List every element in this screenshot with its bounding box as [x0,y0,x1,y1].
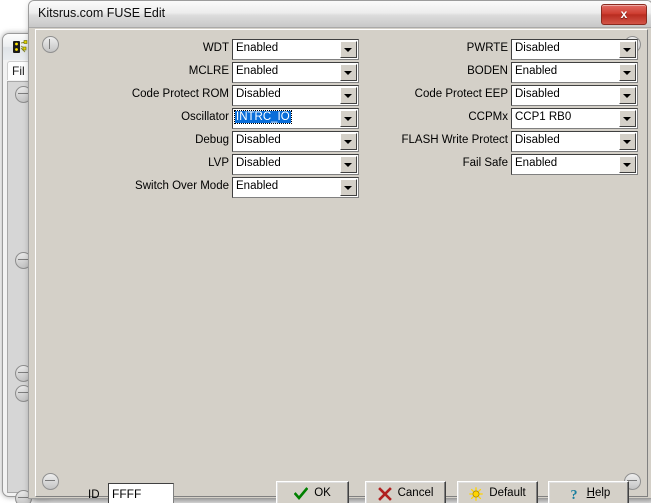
background-window-file-menu[interactable]: Fil [7,61,30,80]
help-button-label: Help [587,488,611,500]
dialog-title: Kitsrus.com FUSE Edit [38,6,165,20]
screw-decoration-bottom-left [42,473,59,490]
fuse-combobox[interactable]: Enabled [511,154,638,175]
screen: Fil Kitsrus.com FUSE Edit x WDTEnabledMC… [0,0,651,503]
fuse-row: PWRTE Disabled [36,39,647,60]
cancel-button[interactable]: Cancel [365,481,446,503]
question-mark-icon: ? [567,487,581,501]
dialog-client-area: WDTEnabledMCLREEnabledCode Protect ROMDi… [35,29,648,497]
fuse-row: CCPMx CCP1 RB0 [36,108,647,129]
fuse-label: PWRTE [467,42,508,54]
default-button[interactable]: Default [457,481,538,503]
sun-icon [469,487,483,501]
chevron-down-icon[interactable] [619,133,636,150]
fuse-row: Code Protect EEP Disabled [36,85,647,106]
fuse-row: Fail Safe Enabled [36,154,647,175]
chevron-down-icon[interactable] [340,179,357,196]
close-icon[interactable]: x [601,4,647,25]
chip-icon [12,39,29,55]
chevron-down-icon[interactable] [619,156,636,173]
fuse-row: FLASH Write Protect Disabled [36,131,647,152]
fuse-value: Disabled [515,42,560,54]
chevron-down-icon[interactable] [619,87,636,104]
chevron-down-icon[interactable] [619,41,636,58]
fuse-combobox[interactable]: Disabled [511,85,638,106]
check-icon [294,487,308,501]
chevron-down-icon[interactable] [619,110,636,127]
ok-button[interactable]: OK [276,481,349,503]
fuse-value: Disabled [515,134,560,146]
x-mark-icon [378,487,392,501]
chevron-down-icon[interactable] [619,64,636,81]
cancel-button-label: Cancel [398,488,434,500]
fuse-combobox[interactable]: Enabled [511,62,638,83]
fuse-combobox[interactable]: Disabled [511,131,638,152]
fuse-combobox[interactable]: CCP1 RB0 [511,108,638,129]
fuse-row: Switch Over Mode Enabled [36,177,647,198]
fuse-label: CCPMx [468,111,508,123]
id-label: ID [88,489,100,501]
fuse-value: Enabled [515,157,557,169]
fuse-combobox[interactable]: Disabled [511,39,638,60]
fuse-label: BODEN [467,65,508,77]
dialog-titlebar[interactable]: Kitsrus.com FUSE Edit x [29,1,651,28]
help-button[interactable]: ? Help [548,481,629,503]
fuse-label: FLASH Write Protect [401,134,508,146]
fuse-edit-dialog: Kitsrus.com FUSE Edit x WDTEnabledMCLREE… [28,0,651,499]
fuse-label: Code Protect EEP [415,88,508,100]
ok-button-label: OK [314,488,331,500]
default-button-label: Default [489,488,525,500]
svg-text:?: ? [570,488,577,501]
fuse-label: Fail Safe [463,157,508,169]
fuse-value: CCP1 RB0 [515,111,571,123]
fuse-value: Enabled [515,65,557,77]
fuse-row: BODEN Enabled [36,62,647,83]
fuse-value: Enabled [236,180,278,192]
fuse-label: Switch Over Mode [135,180,229,192]
fuse-value: Disabled [515,88,560,100]
id-input[interactable] [108,483,174,503]
fuse-combobox[interactable]: Enabled [232,177,359,198]
